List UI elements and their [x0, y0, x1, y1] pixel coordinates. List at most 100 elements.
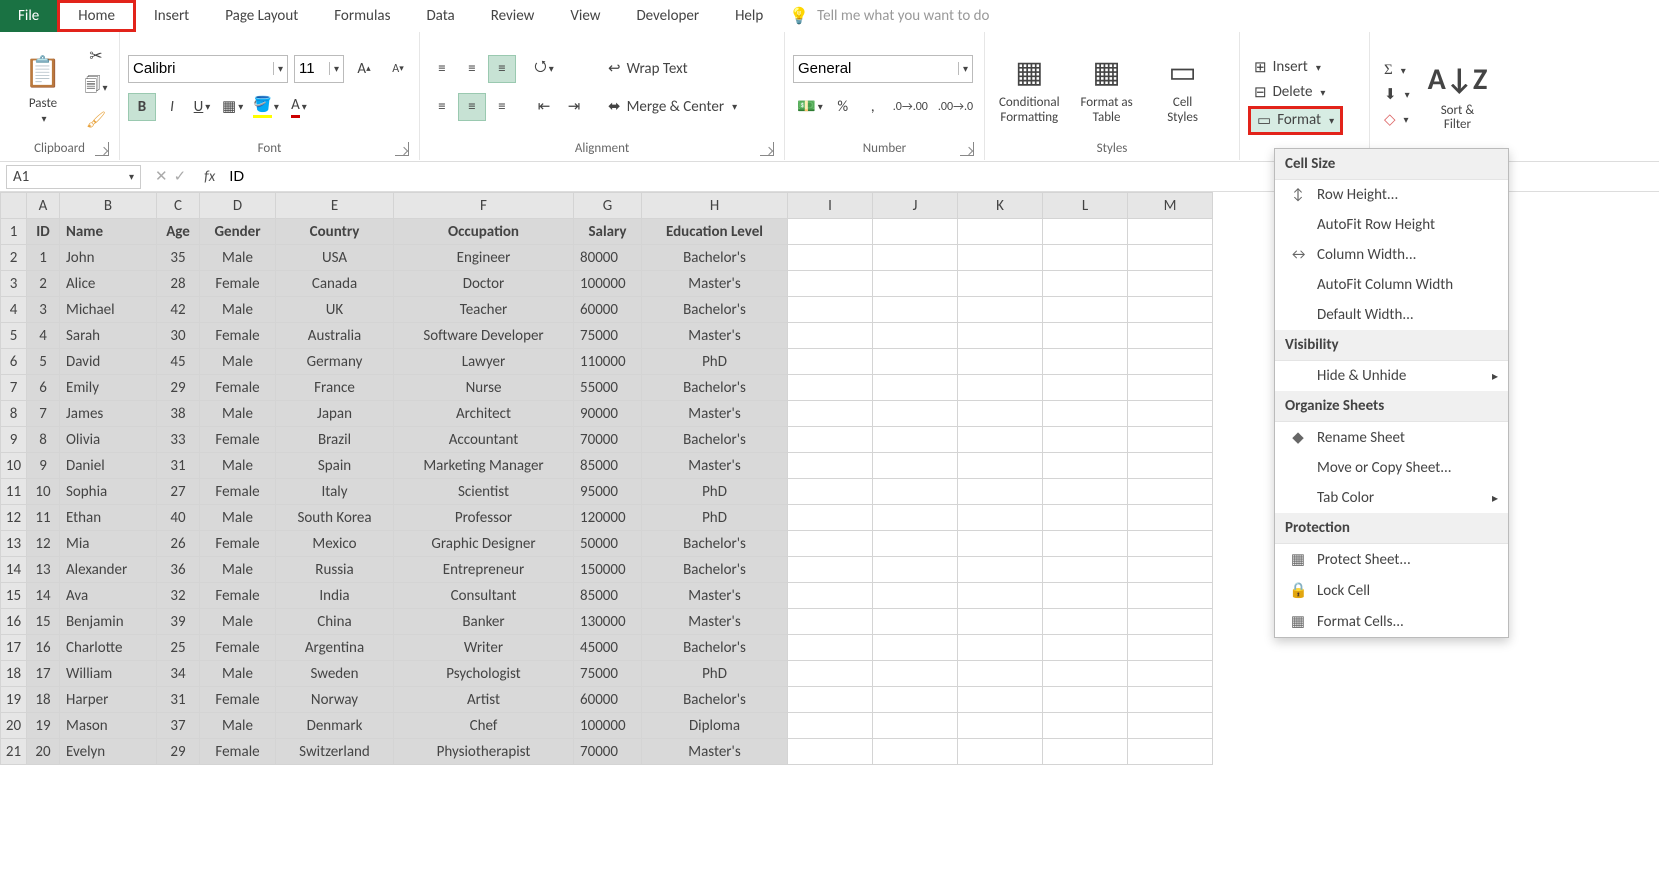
cell[interactable]: Evelyn [60, 739, 157, 765]
paste-button[interactable]: 📋 Paste ▾ [8, 47, 78, 128]
cell[interactable] [958, 557, 1043, 583]
percent-format-button[interactable]: % [829, 93, 857, 121]
cell[interactable]: Alexander [60, 557, 157, 583]
autosum-button[interactable]: Σ▾ [1378, 60, 1416, 81]
cell[interactable]: John [60, 245, 157, 271]
cell[interactable]: Alice [60, 271, 157, 297]
cell[interactable] [1128, 635, 1213, 661]
cell[interactable]: Canada [276, 271, 394, 297]
cell[interactable] [873, 453, 958, 479]
cell[interactable]: 26 [157, 531, 200, 557]
decrease-font-button[interactable]: A▾ [384, 55, 412, 83]
cell[interactable] [788, 349, 873, 375]
header-cell[interactable]: Age [157, 219, 200, 245]
cell[interactable]: Male [200, 297, 276, 323]
col-header[interactable]: F [394, 193, 574, 219]
menu-lock-cell[interactable]: 🔒Lock Cell [1275, 575, 1508, 606]
cell[interactable] [958, 245, 1043, 271]
cell-styles-button[interactable]: ▭Cell Styles [1148, 46, 1218, 129]
borders-button[interactable]: ▦▾ [218, 93, 247, 121]
cell[interactable] [1043, 687, 1128, 713]
menu-tab-color[interactable]: Tab Color▸ [1275, 483, 1508, 513]
cell[interactable]: Female [200, 583, 276, 609]
cell[interactable]: Daniel [60, 453, 157, 479]
cell[interactable]: Master's [642, 271, 788, 297]
cell[interactable] [1128, 661, 1213, 687]
cell[interactable] [873, 271, 958, 297]
cell[interactable]: 95000 [574, 479, 642, 505]
cell[interactable]: China [276, 609, 394, 635]
cell[interactable] [958, 375, 1043, 401]
cell[interactable]: Switzerland [276, 739, 394, 765]
row-header[interactable]: 4 [1, 297, 27, 323]
cell[interactable]: Harper [60, 687, 157, 713]
cell[interactable]: 3 [27, 297, 60, 323]
cell[interactable] [788, 427, 873, 453]
cell[interactable]: 55000 [574, 375, 642, 401]
menu-autofit-col[interactable]: AutoFit Column Width [1275, 270, 1508, 300]
cell[interactable]: 29 [157, 375, 200, 401]
decrease-indent-button[interactable]: ⇤ [530, 93, 558, 121]
cell[interactable]: 39 [157, 609, 200, 635]
cell[interactable]: Japan [276, 401, 394, 427]
cell[interactable] [873, 297, 958, 323]
cell[interactable]: Bachelor's [642, 297, 788, 323]
cell[interactable]: Olivia [60, 427, 157, 453]
cell[interactable]: Bachelor's [642, 427, 788, 453]
cancel-formula-icon[interactable]: ✕ [155, 167, 168, 186]
cell[interactable]: 17 [27, 661, 60, 687]
cell[interactable]: Female [200, 375, 276, 401]
italic-button[interactable]: I [158, 93, 186, 121]
cell[interactable]: 31 [157, 687, 200, 713]
row-header[interactable]: 16 [1, 609, 27, 635]
font-size-combo[interactable]: ▾ [294, 55, 344, 83]
number-format-combo[interactable]: ▾ [793, 55, 973, 83]
fx-icon[interactable]: fx [194, 168, 225, 186]
row-header[interactable]: 8 [1, 401, 27, 427]
cell[interactable]: 130000 [574, 609, 642, 635]
cell[interactable] [1043, 271, 1128, 297]
row-header[interactable]: 11 [1, 479, 27, 505]
font-size-input[interactable] [299, 60, 329, 77]
menu-move-copy[interactable]: Move or Copy Sheet... [1275, 453, 1508, 483]
cell[interactable]: Master's [642, 609, 788, 635]
cell[interactable] [1128, 245, 1213, 271]
cell[interactable]: USA [276, 245, 394, 271]
wrap-text-button[interactable]: ↩Wrap Text [602, 55, 743, 83]
font-name-combo[interactable]: ▾ [128, 55, 288, 83]
cell[interactable] [1128, 479, 1213, 505]
cell[interactable]: 11 [27, 505, 60, 531]
cell[interactable]: Consultant [394, 583, 574, 609]
cell[interactable]: Bachelor's [642, 375, 788, 401]
cell[interactable] [958, 713, 1043, 739]
cell[interactable] [958, 609, 1043, 635]
cell[interactable]: Professor [394, 505, 574, 531]
cell[interactable]: Argentina [276, 635, 394, 661]
menu-page-layout[interactable]: Page Layout [207, 0, 316, 32]
cell[interactable] [788, 609, 873, 635]
cell[interactable]: James [60, 401, 157, 427]
cell[interactable]: Germany [276, 349, 394, 375]
cell[interactable] [873, 583, 958, 609]
cell[interactable]: 34 [157, 661, 200, 687]
cell[interactable] [1043, 713, 1128, 739]
cell[interactable] [1128, 739, 1213, 765]
cell[interactable] [788, 635, 873, 661]
cell[interactable]: Software Developer [394, 323, 574, 349]
cell[interactable] [788, 271, 873, 297]
cell[interactable] [958, 427, 1043, 453]
copy-button[interactable]: 🗐▾ [82, 74, 110, 102]
cell[interactable]: Master's [642, 453, 788, 479]
cell[interactable]: 70000 [574, 427, 642, 453]
cell[interactable]: Female [200, 635, 276, 661]
cell[interactable]: David [60, 349, 157, 375]
cell[interactable]: 38 [157, 401, 200, 427]
cell[interactable] [1128, 531, 1213, 557]
comma-format-button[interactable]: , [859, 93, 887, 121]
cell[interactable]: 25 [157, 635, 200, 661]
cell[interactable]: PhD [642, 349, 788, 375]
col-header[interactable]: H [642, 193, 788, 219]
cell[interactable] [873, 219, 958, 245]
cell[interactable] [873, 635, 958, 661]
cell[interactable]: Bachelor's [642, 557, 788, 583]
